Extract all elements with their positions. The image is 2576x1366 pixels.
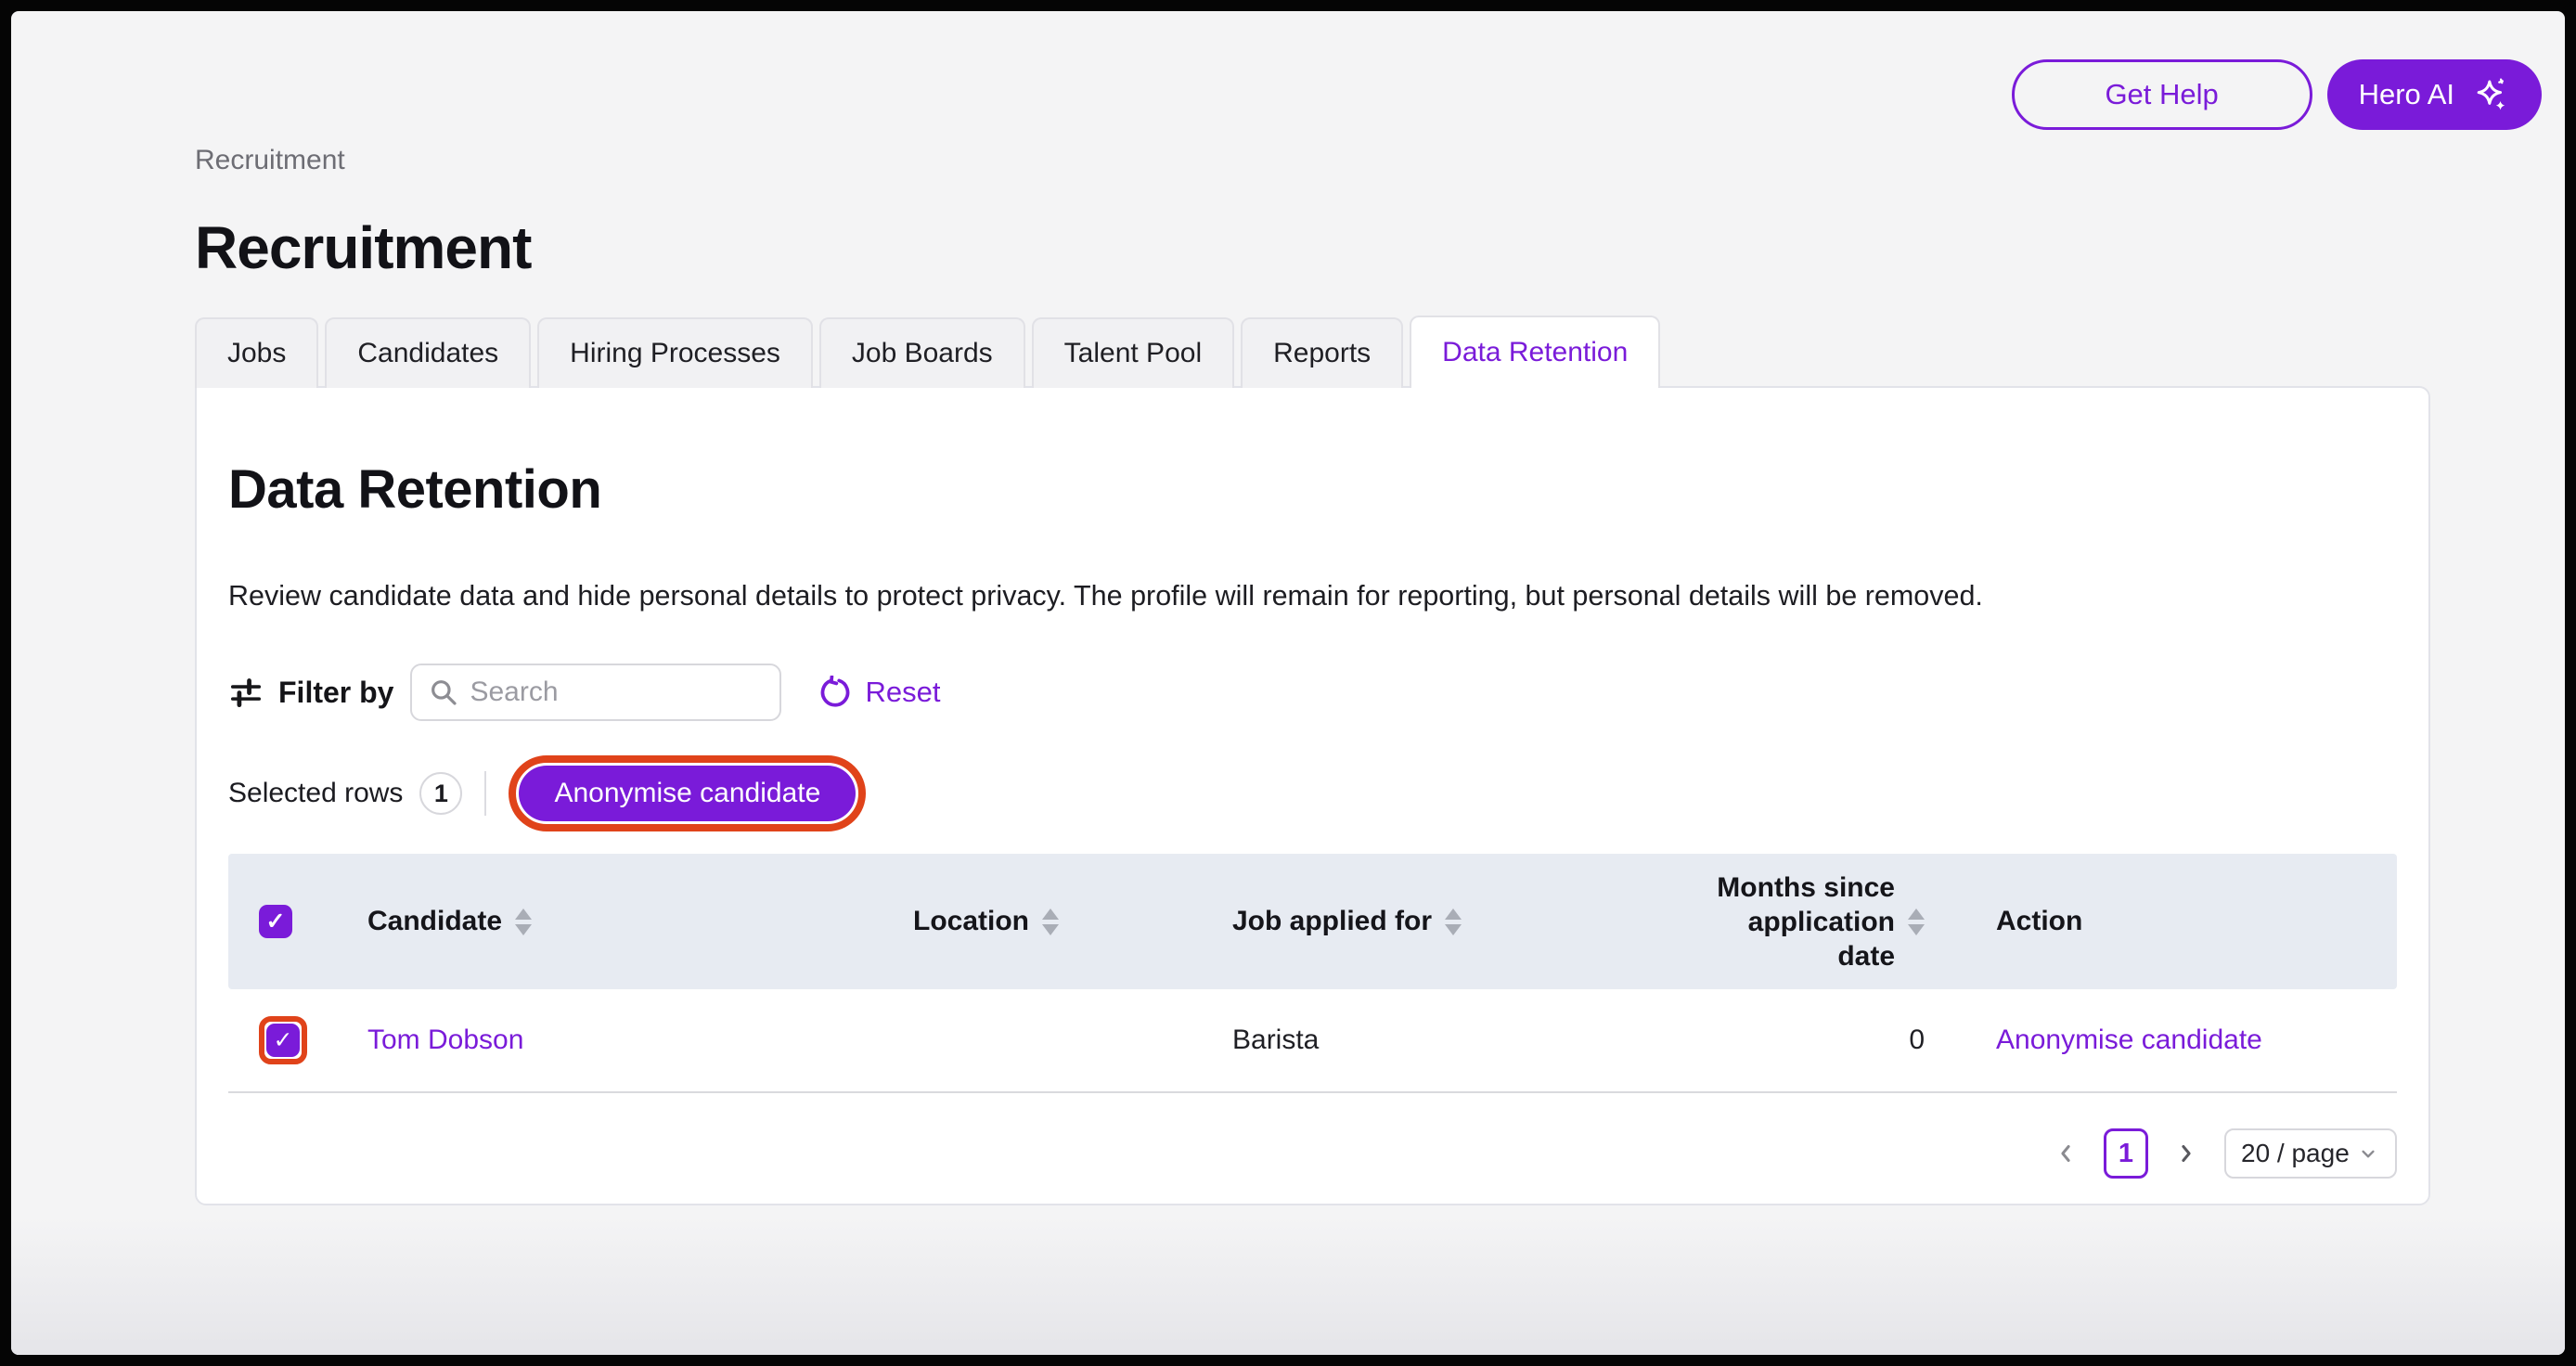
breadcrumb[interactable]: Recruitment: [195, 145, 2565, 176]
page-size-value: 20 / page: [2241, 1139, 2350, 1168]
header-cell-select: ✓: [228, 905, 330, 938]
vertical-divider: [484, 771, 486, 816]
job-applied-for-value: Barista: [1232, 1024, 1319, 1056]
search-input[interactable]: [412, 665, 779, 719]
annotation-highlight-ring: ✓: [259, 1016, 307, 1064]
selection-row: Selected rows 1 Anonymise candidate: [228, 755, 2397, 831]
reset-control[interactable]: Reset: [818, 676, 940, 709]
next-page-button[interactable]: [2172, 1140, 2200, 1167]
page-bottom-gradient: [11, 1216, 2565, 1355]
reset-label: Reset: [865, 676, 940, 709]
search-icon: [429, 677, 458, 707]
select-all-checkbox[interactable]: ✓: [259, 905, 292, 938]
tab-bar: Jobs Candidates Hiring Processes Job Boa…: [195, 316, 2565, 388]
hero-ai-button-label: Hero AI: [2359, 78, 2454, 111]
filter-sliders-icon: [228, 675, 264, 710]
data-retention-panel: Data Retention Review candidate data and…: [195, 386, 2430, 1205]
chevron-left-icon: [2052, 1140, 2080, 1167]
page-number-button[interactable]: 1: [2104, 1128, 2148, 1179]
reset-icon: [818, 676, 852, 709]
search-box: [410, 664, 781, 721]
tab-candidates[interactable]: Candidates: [325, 317, 531, 388]
annotation-highlight-ring: Anonymise candidate: [509, 755, 866, 831]
get-help-button[interactable]: Get Help: [2012, 59, 2312, 130]
table-header-row: ✓ Candidate Location Job applied for Mon…: [228, 854, 2397, 989]
tab-data-retention[interactable]: Data Retention: [1410, 316, 1660, 388]
topbar: Get Help Hero AI: [11, 11, 2565, 130]
header-label-action: Action: [1996, 906, 2082, 937]
header-cell-job-applied-for[interactable]: Job applied for: [1195, 906, 1683, 937]
sort-icon[interactable]: [1908, 909, 1925, 935]
header-cell-action: Action: [1952, 906, 2397, 937]
chevron-down-icon: [2356, 1141, 2380, 1166]
filter-row: Filter by Reset: [228, 663, 2397, 722]
sort-icon[interactable]: [515, 909, 532, 935]
app-window: Get Help Hero AI Recruitment Recruitment…: [11, 11, 2565, 1355]
candidates-table: ✓ Candidate Location Job applied for Mon…: [228, 854, 2397, 1093]
header-label-job-applied-for: Job applied for: [1232, 906, 1432, 937]
tab-job-boards[interactable]: Job Boards: [819, 317, 1025, 388]
months-since-value: 0: [1909, 1024, 1925, 1056]
hero-ai-button[interactable]: Hero AI: [2327, 59, 2542, 130]
header-label-months-since: Months since application date: [1683, 870, 1895, 973]
row-cell-job-applied-for: Barista: [1195, 1024, 1683, 1056]
header-cell-months-since[interactable]: Months since application date: [1683, 870, 1952, 973]
selected-rows-count-badge: 1: [419, 772, 462, 815]
anonymise-candidate-button[interactable]: Anonymise candidate: [519, 766, 856, 821]
chevron-right-icon: [2172, 1140, 2200, 1167]
selected-rows-label: Selected rows: [228, 778, 403, 809]
header-cell-location[interactable]: Location: [876, 906, 1195, 937]
filter-by-label: Filter by: [228, 675, 393, 710]
panel-heading: Data Retention: [228, 458, 2397, 521]
page-title: Recruitment: [195, 213, 2565, 282]
table-row: ✓ Tom Dobson Barista 0 Anonymise candida…: [228, 989, 2397, 1093]
header-label-candidate: Candidate: [367, 906, 502, 937]
page-size-select[interactable]: 20 / page: [2224, 1128, 2397, 1179]
tab-reports[interactable]: Reports: [1241, 317, 1403, 388]
tab-jobs[interactable]: Jobs: [195, 317, 318, 388]
sort-icon[interactable]: [1445, 909, 1462, 935]
row-checkbox[interactable]: ✓: [266, 1024, 300, 1057]
anonymise-candidate-link[interactable]: Anonymise candidate: [1996, 1024, 2262, 1056]
header-label-location: Location: [913, 906, 1029, 937]
candidate-link[interactable]: Tom Dobson: [367, 1024, 523, 1056]
tab-hiring-processes[interactable]: Hiring Processes: [537, 317, 813, 388]
previous-page-button[interactable]: [2052, 1140, 2080, 1167]
row-cell-candidate: Tom Dobson: [330, 1024, 876, 1056]
pagination: 1 20 / page: [228, 1128, 2397, 1179]
panel-description: Review candidate data and hide personal …: [228, 580, 2397, 612]
sparkles-icon: [2471, 75, 2510, 114]
row-cell-action: Anonymise candidate: [1952, 1024, 2397, 1056]
row-cell-select: ✓: [228, 1016, 330, 1064]
sort-icon[interactable]: [1042, 909, 1059, 935]
filter-by-text: Filter by: [278, 676, 393, 710]
row-cell-months-since: 0: [1683, 1024, 1952, 1056]
header-cell-candidate[interactable]: Candidate: [330, 906, 876, 937]
tab-talent-pool[interactable]: Talent Pool: [1032, 317, 1234, 388]
